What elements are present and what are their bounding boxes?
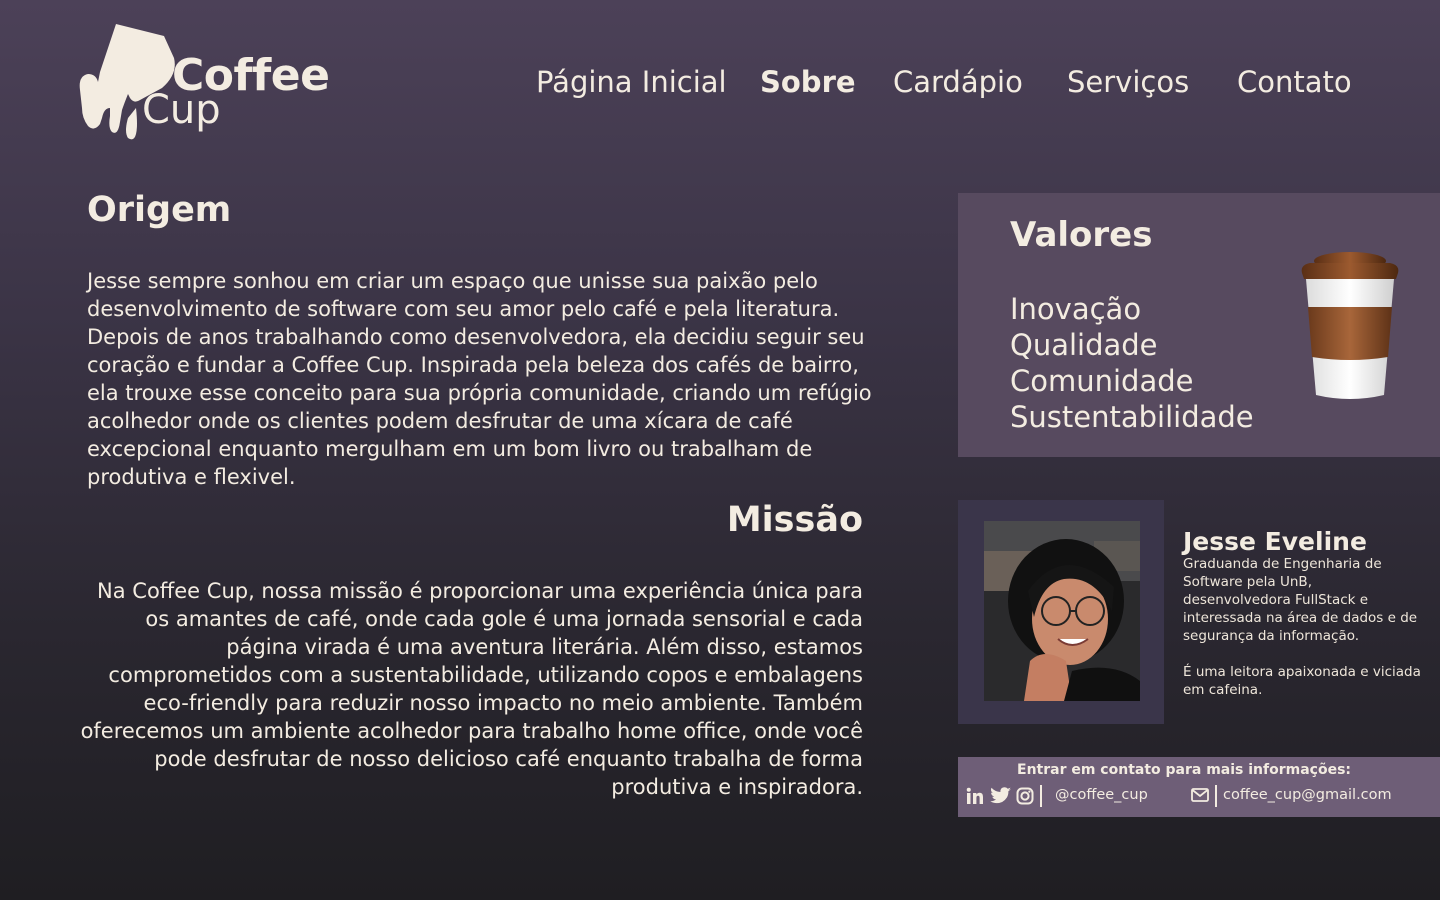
instagram-icon[interactable] bbox=[1016, 787, 1034, 805]
mail-icon[interactable] bbox=[1191, 787, 1209, 803]
nav-item-servicos[interactable]: Serviços bbox=[1067, 62, 1189, 102]
valores-panel: Valores Inovação Qualidade Comunidade Su… bbox=[958, 193, 1440, 457]
valores-item: Qualidade bbox=[1010, 328, 1158, 362]
profile-bio-text-2: É uma leitora apaixonada e viciada em ca… bbox=[1183, 664, 1421, 698]
missao-heading: Missão bbox=[726, 500, 863, 540]
profile-bio: Graduanda de Engenharia de Software pela… bbox=[1183, 555, 1423, 699]
coffee-cup-icon bbox=[1301, 252, 1399, 399]
valores-heading: Valores bbox=[1010, 215, 1153, 255]
twitter-icon[interactable] bbox=[990, 787, 1012, 805]
profile-name: Jesse Eveline bbox=[1183, 527, 1367, 556]
missao-text: Na Coffee Cup, nossa missão é proporcion… bbox=[80, 579, 863, 799]
profile-card bbox=[958, 500, 1164, 724]
profile-photo bbox=[984, 521, 1140, 701]
contact-email[interactable]: coffee_cup@gmail.com bbox=[1223, 787, 1392, 803]
profile-bio-text: Graduanda de Engenharia de Software pela… bbox=[1183, 556, 1418, 644]
nav-item-contato[interactable]: Contato bbox=[1237, 62, 1352, 102]
nav-item-cardapio[interactable]: Cardápio bbox=[893, 62, 1023, 102]
social-row: @coffee_cup coffee_cup@gmail.com bbox=[966, 785, 1436, 809]
divider bbox=[1215, 785, 1217, 807]
nav-item-sobre[interactable]: Sobre bbox=[760, 62, 856, 102]
valores-item: Inovação bbox=[1010, 292, 1142, 326]
social-handle[interactable]: @coffee_cup bbox=[1055, 787, 1148, 803]
valores-item: Comunidade bbox=[1010, 364, 1194, 398]
linkedin-icon[interactable] bbox=[966, 787, 984, 805]
contact-title: Entrar em contato para mais informações: bbox=[1017, 762, 1352, 778]
nav-item-pagina-inicial[interactable]: Página Inicial bbox=[536, 62, 727, 102]
origem-text: Jesse sempre sonhou em criar um espaço q… bbox=[87, 269, 872, 489]
divider bbox=[1040, 785, 1042, 807]
valores-item: Sustentabilidade bbox=[1010, 400, 1254, 434]
origem-heading: Origem bbox=[87, 190, 232, 230]
main-nav: Página Inicial Sobre Cardápio Serviços C… bbox=[0, 62, 1440, 102]
contact-bar: Entrar em contato para mais informações:… bbox=[958, 757, 1440, 817]
valores-list: Inovação Qualidade Comunidade Sustentabi… bbox=[1010, 291, 1254, 435]
